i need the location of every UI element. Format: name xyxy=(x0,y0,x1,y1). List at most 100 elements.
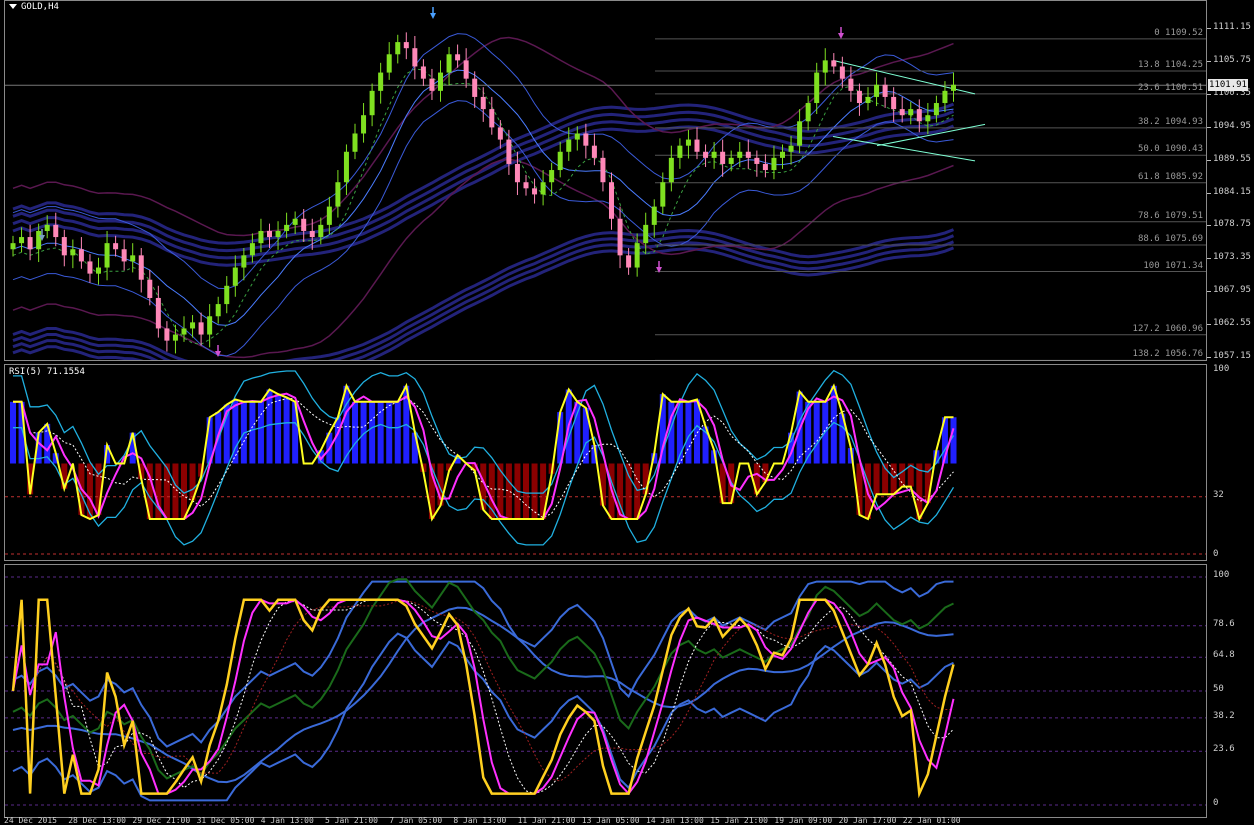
purple-band-lower xyxy=(12,158,954,359)
price-axis-tick xyxy=(1207,225,1211,227)
oscillator-signal-line xyxy=(12,599,954,795)
candle-body xyxy=(711,151,717,158)
fibo-level-label: 78.6 1079.51 xyxy=(1137,210,1203,221)
candle-body xyxy=(822,60,828,73)
price-chart-pane[interactable]: GOLD,H4 0 1109.52 13.8 1104.25 23.6 1100.5… xyxy=(4,0,1207,361)
candle-body xyxy=(138,255,144,280)
candle-body xyxy=(694,139,700,152)
candle-body xyxy=(532,188,538,195)
oscillator-main-line xyxy=(11,598,955,799)
current-price-marker: 1101.91 xyxy=(1208,79,1248,91)
price-axis-tick xyxy=(1207,357,1211,358)
candle-body xyxy=(172,334,178,341)
candle-body xyxy=(899,109,905,116)
candle-body xyxy=(942,90,948,104)
chevron-down-icon[interactable] xyxy=(9,4,17,9)
rsi-histogram-bar xyxy=(813,401,820,464)
candle-body xyxy=(703,151,709,158)
candle-body xyxy=(514,163,520,183)
candle-body xyxy=(53,224,59,238)
candle-body xyxy=(241,255,247,268)
candle-body xyxy=(198,322,204,335)
candle-body xyxy=(951,84,956,91)
candle-body xyxy=(78,249,84,262)
price-axis-tick xyxy=(1207,126,1211,128)
fibo-level-label: 100 1071.34 xyxy=(1143,260,1203,271)
oscillator-axis-label: 100 xyxy=(1213,570,1230,580)
candle-body xyxy=(609,182,614,219)
rsi-pane[interactable]: RSI(5) 71.1554 xyxy=(4,364,1207,561)
oscillator-axis-label: 38.2 xyxy=(1213,710,1235,721)
candle-body xyxy=(737,151,743,158)
candle-body xyxy=(574,133,580,140)
candle-body xyxy=(626,255,632,268)
down-arrow-icon xyxy=(656,267,662,273)
candle-body xyxy=(643,224,649,244)
candle-body xyxy=(839,66,845,79)
candle-body xyxy=(343,151,349,183)
candle-body xyxy=(361,115,367,134)
candle-body xyxy=(215,304,221,317)
candle-body xyxy=(326,206,332,225)
price-chart-canvas[interactable] xyxy=(5,1,1207,361)
candle-body xyxy=(27,237,33,250)
price-axis-label: 1073.35 xyxy=(1213,252,1251,263)
price-axis-label: 1094.95 xyxy=(1213,120,1251,131)
down-arrow-icon xyxy=(430,13,436,19)
candle-body xyxy=(933,103,939,116)
oscillator-slow-line xyxy=(12,599,954,782)
candle-body xyxy=(386,54,392,73)
oscillator-canvas[interactable] xyxy=(5,565,1207,818)
candle-body xyxy=(591,145,597,158)
candle-body xyxy=(249,243,255,256)
rsi-histogram-bar xyxy=(334,417,341,464)
candle-body xyxy=(728,157,734,164)
fibo-level-label: 127.2 1060.96 xyxy=(1132,323,1203,334)
candle-body xyxy=(10,243,16,250)
candle-body xyxy=(891,96,897,110)
candle-body xyxy=(104,243,110,268)
symbol-title[interactable]: GOLD,H4 xyxy=(9,2,59,12)
oscillator-axis-label: 0 xyxy=(1213,798,1219,808)
candle-body xyxy=(61,237,67,256)
fibo-level-label: 38.2 1094.93 xyxy=(1137,116,1203,127)
candle-body xyxy=(164,328,170,341)
oscillator-smooth-line xyxy=(12,598,955,796)
price-axis-tick xyxy=(1207,192,1211,194)
candle-body xyxy=(480,96,486,110)
symbol-label: GOLD,H4 xyxy=(21,2,59,12)
rsi-histogram-bar xyxy=(411,432,418,464)
candle-body xyxy=(745,151,751,158)
price-axis-tick xyxy=(1207,60,1211,62)
candle-body xyxy=(395,42,401,55)
price-axis-label: 1084.15 xyxy=(1213,186,1251,197)
candle-body xyxy=(181,328,187,335)
candle-body xyxy=(19,237,25,244)
candle-body xyxy=(36,230,42,250)
candle-body xyxy=(523,182,529,189)
price-axis[interactable]: 1111.15 1105.75 1100.35 1094.95 1089.55 1084.… xyxy=(1207,0,1254,361)
fibo-level-label: 50.0 1090.43 xyxy=(1137,144,1203,155)
candle-body xyxy=(121,249,127,262)
rsi-histogram-bar xyxy=(488,463,495,519)
price-axis-label: 1067.95 xyxy=(1213,285,1251,296)
price-axis-label: 1062.55 xyxy=(1213,318,1251,329)
candle-body xyxy=(207,316,213,335)
candle-body xyxy=(318,224,324,238)
candle-body xyxy=(369,90,375,116)
fibo-level-label: 13.8 1104.25 xyxy=(1137,60,1203,71)
chart-window: GOLD,H4 0 1109.52 13.8 1104.25 23.6 1100.5… xyxy=(0,0,1254,825)
price-axis-label: 1089.55 xyxy=(1213,153,1251,164)
candle-body xyxy=(805,103,811,122)
candle-body xyxy=(771,157,777,171)
purple-band-upper xyxy=(12,36,954,237)
candle-body xyxy=(224,285,230,305)
oscillator-mid-line xyxy=(12,606,954,784)
price-axis-label: 1057.15 xyxy=(1213,351,1251,361)
candle-body xyxy=(668,157,674,183)
rsi-canvas[interactable] xyxy=(5,365,1207,561)
candle-body xyxy=(762,163,768,171)
oscillator-axis-label: 78.6 xyxy=(1213,618,1235,629)
candle-body xyxy=(87,261,93,274)
oscillator-pane[interactable] xyxy=(4,564,1207,818)
